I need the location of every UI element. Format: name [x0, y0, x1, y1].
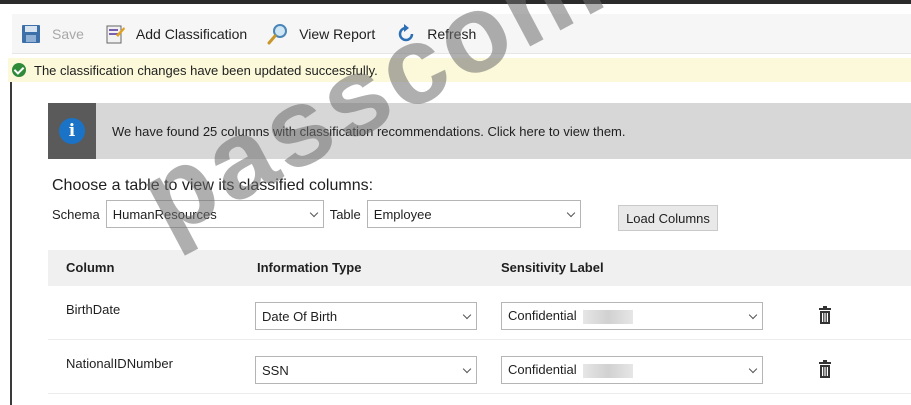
- refresh-icon: [395, 23, 417, 45]
- schema-value: HumanResources: [112, 206, 217, 222]
- recommendations-banner[interactable]: i We have found 25 columns with classifi…: [48, 103, 911, 159]
- chevron-down-icon: [748, 364, 758, 373]
- table-label: Table: [329, 206, 361, 222]
- add-classification-label: Add Classification: [135, 25, 248, 42]
- sensitivity-label-value: Confidential: [508, 308, 577, 324]
- chevron-down-icon: [462, 364, 472, 373]
- sensitivity-label-header: Sensitivity Label: [501, 260, 604, 275]
- add-classification-button[interactable]: Add Classification: [96, 14, 253, 54]
- chevron-down-icon: [309, 208, 318, 217]
- chevron-down-icon: [748, 310, 758, 319]
- sensitivity-label-dropdown[interactable]: Confidential: [501, 356, 763, 384]
- success-notification: The classification changes have been upd…: [8, 58, 911, 82]
- table-dropdown[interactable]: Employee: [366, 200, 581, 228]
- chooser-title: Choose a table to view its classified co…: [52, 177, 374, 194]
- save-label: Save: [52, 25, 84, 42]
- table-value: Employee: [373, 206, 432, 222]
- information-type-dropdown[interactable]: SSN: [255, 356, 477, 384]
- sensitivity-label-dropdown[interactable]: Confidential: [501, 302, 763, 330]
- information-type-value: Date Of Birth: [262, 308, 338, 324]
- chevron-down-icon: [462, 310, 472, 319]
- save-button[interactable]: Save: [12, 14, 90, 54]
- window-top-border: [0, 0, 911, 4]
- toolbar: Save Add Classification View Report Refr…: [12, 14, 911, 54]
- view-report-button[interactable]: View Report: [259, 14, 381, 54]
- sensitivity-label-value: Confidential: [508, 362, 577, 378]
- refresh-label: Refresh: [427, 25, 477, 42]
- sensitivity-label-value-wrap: Confidential: [508, 362, 633, 378]
- recommendations-text[interactable]: We have found 25 columns with classifica…: [112, 124, 626, 139]
- view-report-label: View Report: [299, 25, 376, 42]
- delete-icon[interactable]: [818, 360, 832, 378]
- success-message: The classification changes have been upd…: [34, 62, 378, 78]
- chevron-down-icon: [566, 208, 576, 217]
- redacted-text: [582, 309, 633, 324]
- grid-header: Column Information Type Sensitivity Labe…: [48, 250, 911, 286]
- refresh-button[interactable]: Refresh: [387, 14, 482, 54]
- magnifier-icon: [267, 23, 289, 45]
- column-name: NationalIDNumber: [66, 356, 173, 371]
- add-classification-icon: [104, 23, 126, 45]
- column-name: BirthDate: [66, 302, 121, 317]
- information-type-dropdown[interactable]: Date Of Birth: [255, 302, 477, 330]
- info-icon: i: [59, 118, 85, 144]
- delete-icon[interactable]: [818, 306, 832, 324]
- content-left-border: [10, 82, 12, 405]
- save-icon: [20, 23, 42, 45]
- load-columns-button[interactable]: Load Columns: [618, 205, 718, 231]
- schema-table-row: Schema HumanResources Table Employee: [52, 198, 581, 230]
- schema-dropdown[interactable]: HumanResources: [105, 200, 324, 228]
- table-row: BirthDate Date Of Birth Confidential: [48, 288, 911, 340]
- check-circle-icon: [12, 63, 26, 77]
- info-icon-box: i: [48, 103, 96, 159]
- classification-window: Save Add Classification View Report Refr…: [0, 0, 911, 405]
- redacted-text: [582, 363, 633, 378]
- information-type-value: SSN: [262, 362, 289, 378]
- table-row: NationalIDNumber SSN Confidential: [48, 342, 911, 394]
- sensitivity-label-value-wrap: Confidential: [508, 308, 633, 324]
- information-type-header: Information Type: [257, 260, 362, 275]
- column-header: Column: [66, 260, 115, 275]
- schema-label: Schema: [52, 206, 100, 222]
